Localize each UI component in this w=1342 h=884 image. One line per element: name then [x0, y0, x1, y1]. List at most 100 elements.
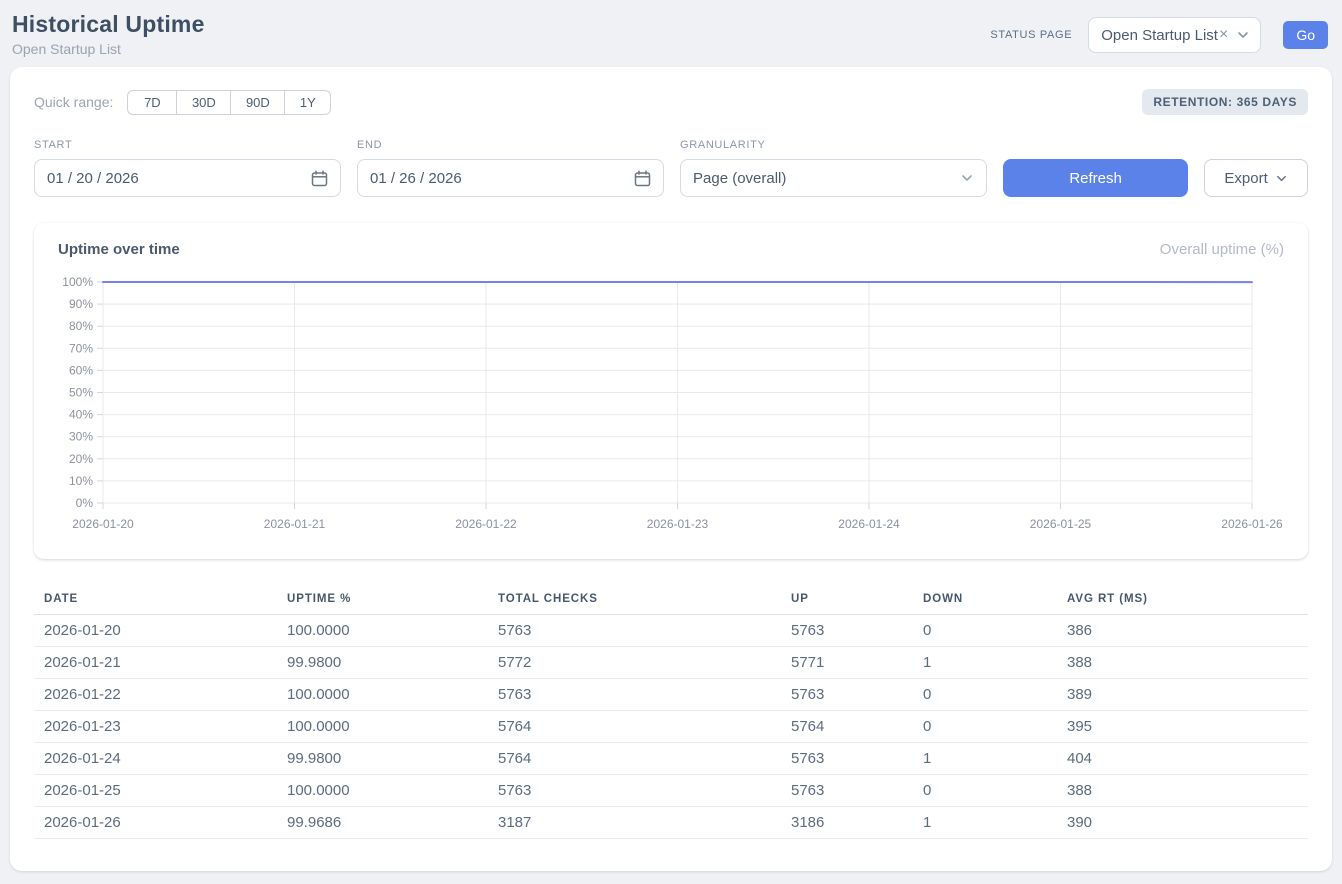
svg-text:2026-01-21: 2026-01-21: [264, 517, 326, 531]
table-row: 2026-01-2499.9800576457631404: [34, 743, 1308, 775]
table-cell: 100.0000: [277, 615, 488, 647]
granularity-label: GRANULARITY: [680, 139, 987, 151]
table-row: 2026-01-25100.0000576357630388: [34, 775, 1308, 807]
table-cell: 0: [913, 615, 1057, 647]
page-heading: Historical Uptime Open Startup List: [12, 11, 205, 57]
table-cell: 5763: [488, 679, 781, 711]
svg-text:40%: 40%: [69, 408, 93, 422]
svg-text:2026-01-23: 2026-01-23: [647, 517, 709, 531]
end-date-label: END: [357, 139, 664, 151]
svg-text:2026-01-24: 2026-01-24: [838, 517, 900, 531]
table-cell: 5764: [488, 711, 781, 743]
uptime-table: DATEUPTIME %TOTAL CHECKSUPDOWNAVG RT (MS…: [34, 585, 1308, 839]
page-header: Historical Uptime Open Startup List STAT…: [0, 0, 1342, 67]
table-cell: 390: [1057, 807, 1308, 839]
table-cell: 388: [1057, 647, 1308, 679]
table-cell: 5764: [781, 711, 913, 743]
table-cell: 0: [913, 775, 1057, 807]
table-cell: 2026-01-24: [34, 743, 277, 775]
quick-range-group: 7D30D90D1Y: [127, 90, 331, 115]
chart-canvas: 0%10%20%30%40%50%60%70%80%90%100%2026-01…: [58, 266, 1285, 542]
table-row: 2026-01-2699.9686318731861390: [34, 807, 1308, 839]
table-cell: 100.0000: [277, 679, 488, 711]
clear-selection-icon[interactable]: ×: [1219, 27, 1228, 43]
table-cell: 389: [1057, 679, 1308, 711]
table-cell: 1: [913, 647, 1057, 679]
svg-text:2026-01-26: 2026-01-26: [1221, 517, 1283, 531]
column-header: DATE: [34, 585, 277, 615]
chevron-down-icon: [1275, 172, 1288, 185]
calendar-icon[interactable]: [634, 170, 651, 187]
start-date-input[interactable]: 01 / 20 / 2026: [34, 159, 341, 197]
column-header: UPTIME %: [277, 585, 488, 615]
svg-text:20%: 20%: [69, 452, 93, 466]
chart-header: Uptime over time Overall uptime (%): [58, 241, 1284, 258]
page-subtitle: Open Startup List: [12, 41, 205, 57]
header-controls: STATUS PAGE Open Startup List × Go: [990, 17, 1328, 53]
status-page-label: STATUS PAGE: [990, 29, 1072, 41]
status-page-selected-value: Open Startup List: [1101, 27, 1218, 44]
table-cell: 3187: [488, 807, 781, 839]
table-cell: 5764: [488, 743, 781, 775]
table-cell: 388: [1057, 775, 1308, 807]
end-date-input[interactable]: 01 / 26 / 2026: [357, 159, 664, 197]
table-cell: 1: [913, 743, 1057, 775]
table-cell: 100.0000: [277, 775, 488, 807]
table-cell: 2026-01-22: [34, 679, 277, 711]
column-header: DOWN: [913, 585, 1057, 615]
table-cell: 404: [1057, 743, 1308, 775]
status-page-select[interactable]: Open Startup List ×: [1088, 17, 1261, 53]
svg-text:80%: 80%: [69, 319, 93, 333]
quick-range-button-90d[interactable]: 90D: [230, 90, 285, 115]
quick-range-button-1y[interactable]: 1Y: [284, 90, 331, 115]
table-row: 2026-01-2199.9800577257711388: [34, 647, 1308, 679]
table-cell: 99.9800: [277, 743, 488, 775]
table-cell: 5772: [488, 647, 781, 679]
svg-text:2026-01-25: 2026-01-25: [1030, 517, 1092, 531]
table-cell: 2026-01-25: [34, 775, 277, 807]
table-cell: 2026-01-23: [34, 711, 277, 743]
controls-row: START 01 / 20 / 2026 END 01 / 26 / 2026 …: [34, 139, 1308, 197]
svg-text:70%: 70%: [69, 341, 93, 355]
table-cell: 0: [913, 679, 1057, 711]
refresh-button[interactable]: Refresh: [1003, 159, 1188, 197]
table-cell: 3186: [781, 807, 913, 839]
table-cell: 2026-01-20: [34, 615, 277, 647]
table-cell: 99.9800: [277, 647, 488, 679]
chevron-down-icon: [1236, 28, 1250, 42]
table-cell: 5763: [781, 775, 913, 807]
table-cell: 99.9686: [277, 807, 488, 839]
column-header: TOTAL CHECKS: [488, 585, 781, 615]
calendar-icon[interactable]: [311, 170, 328, 187]
granularity-field: GRANULARITY Page (overall): [680, 139, 987, 197]
table-cell: 5763: [781, 679, 913, 711]
column-header: AVG RT (MS): [1057, 585, 1308, 615]
table-cell: 5763: [781, 743, 913, 775]
table-cell: 395: [1057, 711, 1308, 743]
main-panel: Quick range: 7D30D90D1Y RETENTION: 365 D…: [10, 67, 1332, 871]
svg-text:60%: 60%: [69, 363, 93, 377]
granularity-select[interactable]: Page (overall): [680, 159, 987, 197]
table-cell: 2026-01-21: [34, 647, 277, 679]
end-date-value: 01 / 26 / 2026: [370, 170, 462, 187]
quick-range-button-7d[interactable]: 7D: [127, 90, 177, 115]
uptime-line-chart: 0%10%20%30%40%50%60%70%80%90%100%2026-01…: [58, 266, 1284, 547]
go-button[interactable]: Go: [1283, 21, 1328, 49]
column-header: UP: [781, 585, 913, 615]
svg-text:2026-01-22: 2026-01-22: [455, 517, 517, 531]
table-cell: 1: [913, 807, 1057, 839]
start-date-label: START: [34, 139, 341, 151]
granularity-selected-value: Page (overall): [693, 170, 786, 187]
svg-text:90%: 90%: [69, 297, 93, 311]
export-button[interactable]: Export: [1204, 159, 1308, 197]
chart-title: Uptime over time: [58, 241, 180, 258]
end-date-field: END 01 / 26 / 2026: [357, 139, 664, 197]
start-date-field: START 01 / 20 / 2026: [34, 139, 341, 197]
retention-badge: RETENTION: 365 DAYS: [1142, 89, 1308, 115]
export-button-label: Export: [1224, 170, 1267, 187]
quick-range-button-30d[interactable]: 30D: [176, 90, 231, 115]
table-cell: 0: [913, 711, 1057, 743]
quick-range-row: Quick range: 7D30D90D1Y RETENTION: 365 D…: [34, 89, 1308, 115]
quick-range-label: Quick range:: [34, 94, 113, 110]
svg-text:50%: 50%: [69, 386, 93, 400]
